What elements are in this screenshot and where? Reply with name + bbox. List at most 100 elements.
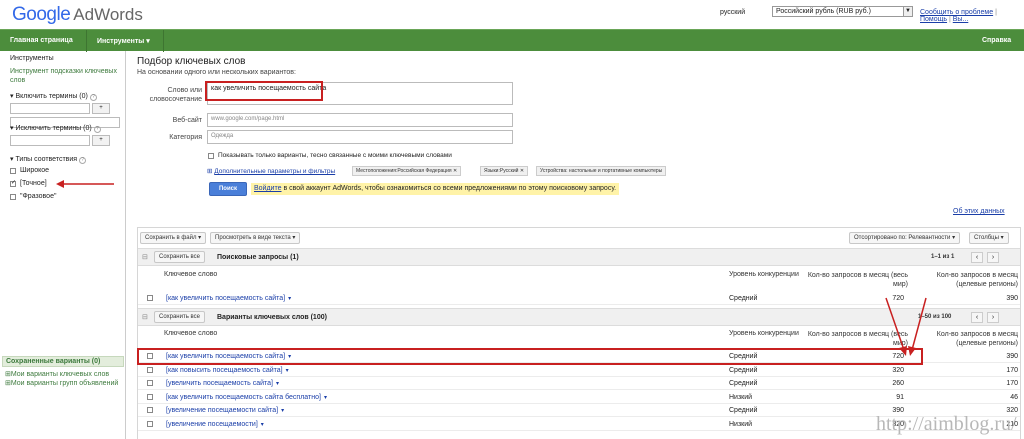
phrase-checkbox[interactable]: [10, 194, 16, 200]
save-all-button[interactable]: Сохранить все: [154, 311, 205, 323]
category-input[interactable]: Одежда: [207, 130, 513, 144]
language-filter-chip[interactable]: Языки:Русский ✕: [480, 166, 529, 176]
chevron-down-icon[interactable]: ▾: [288, 296, 291, 302]
exclude-add-button[interactable]: +: [92, 135, 110, 146]
logo-adwords: AdWords: [73, 5, 143, 24]
next-page-button[interactable]: ›: [987, 312, 999, 323]
keyword-text: [как увеличить посещаемость сайта]: [166, 295, 286, 302]
competition-value: Средний: [729, 407, 758, 414]
keyword-link[interactable]: [как повысить посещаемость сайта] ▾: [166, 367, 289, 374]
chevron-down-icon[interactable]: ▾: [286, 368, 289, 374]
chevron-down-icon[interactable]: ▾: [261, 422, 264, 428]
keyword-text: [увеличение посещаемости сайта]: [166, 407, 279, 414]
exclude-terms-header[interactable]: ▾ Исключить термины (0)?: [10, 124, 101, 133]
report-problem-link[interactable]: Сообщить о проблеме: [920, 9, 993, 16]
keyword-link[interactable]: [как увеличить посещаемость сайта беспла…: [166, 394, 327, 401]
match-types-header[interactable]: ▾ Типы соответствия?: [10, 155, 87, 164]
next-page-button[interactable]: ›: [987, 252, 999, 263]
table-row: [как увеличить посещаемость сайта беспла…: [138, 391, 1020, 404]
broad-checkbox[interactable]: [10, 168, 16, 174]
nav-help[interactable]: Справка: [982, 37, 1011, 44]
exact-checkbox[interactable]: [10, 179, 16, 187]
my-groups-item[interactable]: ⊞Мои варианты групп объявлений: [5, 379, 123, 388]
collapse-icon[interactable]: ⊟: [142, 253, 148, 261]
chevron-down-icon[interactable]: ▾: [281, 408, 284, 414]
keyword-text: [увеличить посещаемость сайта]: [166, 380, 273, 387]
keyword-link[interactable]: [увеличить посещаемость сайта] ▾: [166, 380, 279, 387]
col-competition-header[interactable]: Уровень конкуренции: [729, 271, 799, 278]
row-checkbox[interactable]: [147, 380, 153, 386]
help-icon[interactable]: ?: [93, 126, 101, 133]
col-keyword-header[interactable]: Ключевое слово: [164, 330, 217, 337]
help-icon[interactable]: ?: [89, 94, 97, 101]
website-input[interactable]: www.google.com/page.html: [207, 113, 513, 127]
local-searches-value: 170: [1006, 380, 1018, 387]
only-close-checkbox[interactable]: [208, 153, 214, 159]
chevron-down-icon[interactable]: ▾: [276, 381, 279, 387]
advanced-options-link[interactable]: Дополнительные параметры и фильтры: [214, 168, 335, 175]
keyword-link[interactable]: [увеличение посещаемости сайта] ▾: [166, 407, 284, 414]
category-label: Категория: [169, 134, 202, 141]
logout-link[interactable]: Вы...: [953, 16, 969, 23]
row-checkbox[interactable]: [147, 366, 153, 373]
help-link[interactable]: Помощь: [920, 16, 947, 23]
red-row-highlight: [137, 348, 923, 365]
my-keywords-item[interactable]: ⊞Мои варианты ключевых слов: [5, 370, 109, 378]
close-icon[interactable]: ✕: [453, 168, 457, 174]
currency-select[interactable]: Российский рубль (RUB руб.) ▼: [772, 6, 913, 17]
word-label-line1: Слово или: [167, 87, 203, 94]
global-searches-value: 320: [892, 366, 904, 374]
location-filter-chip[interactable]: Местоположения:Российская Федерация ✕: [352, 166, 462, 176]
prev-page-button[interactable]: ‹: [971, 312, 983, 323]
competition-value: Средний: [729, 295, 758, 302]
col-keyword-header[interactable]: Ключевое слово: [164, 271, 217, 278]
competition-value: Низкий: [729, 420, 753, 428]
include-add-button[interactable]: +: [92, 103, 110, 114]
row-checkbox[interactable]: [147, 393, 153, 400]
device-filter-chip[interactable]: Устройства: настольные и портативные ком…: [536, 166, 667, 176]
word-label: Слово или словосочетание: [140, 86, 202, 104]
chevron-down-icon[interactable]: ▾: [324, 395, 327, 401]
about-data-link[interactable]: Об этих данных: [953, 208, 1005, 215]
nav-tools[interactable]: Инструменты ▾: [97, 37, 150, 45]
device-filter-label: Устройства: настольные и портативные ком…: [540, 168, 663, 174]
help-icon[interactable]: ?: [79, 157, 87, 164]
sign-in-notice-text: в свой аккаунт AdWords, чтобы ознакомить…: [281, 185, 617, 192]
website-label: Веб-сайт: [172, 117, 202, 124]
search-button[interactable]: Поиск: [209, 182, 247, 196]
exact-label: [Точное]: [20, 180, 47, 187]
advanced-options[interactable]: ⊞ Дополнительные параметры и фильтры: [207, 167, 335, 175]
language-label: русский: [720, 9, 746, 16]
prev-page-button[interactable]: ‹: [971, 252, 983, 263]
competition-value: Средний: [729, 380, 758, 387]
col-local-header[interactable]: Кол-во запросов в месяц (целевые регионы…: [910, 271, 1018, 289]
collapse-icon[interactable]: ⊟: [142, 313, 148, 321]
include-terms-input[interactable]: [10, 103, 90, 114]
row-checkbox[interactable]: [147, 407, 153, 413]
include-terms-header[interactable]: ▾ Включить термины (0)?: [10, 92, 97, 101]
row-checkbox[interactable]: [147, 295, 153, 301]
competition-value: Низкий: [729, 393, 753, 401]
search-terms-title: Поисковые запросы (1): [217, 254, 299, 261]
save-all-button[interactable]: Сохранить все: [154, 251, 205, 263]
sidebar-title: Инструменты: [10, 55, 54, 62]
row-checkbox[interactable]: [147, 420, 153, 427]
col-global-header[interactable]: Кол-во запросов в месяц (весь мир): [806, 271, 908, 289]
keyword-link[interactable]: [как увеличить посещаемость сайта] ▾: [166, 295, 291, 302]
keyword-ideas-title: Варианты ключевых слов (100): [217, 314, 327, 321]
page-title: Подбор ключевых слов: [137, 56, 246, 67]
close-icon[interactable]: ✕: [520, 168, 524, 174]
google-adwords-logo[interactable]: Google AdWords: [12, 4, 143, 26]
keyword-text: [как повысить посещаемость сайта]: [166, 366, 283, 374]
header-links: Сообщить о проблеме | Помощь | Вы...: [920, 9, 997, 23]
sign-in-link[interactable]: Войдите: [254, 185, 282, 192]
keyword-link[interactable]: [увеличение посещаемости] ▾: [166, 421, 264, 428]
col-competition-header[interactable]: Уровень конкуренции: [729, 330, 799, 337]
saved-ideas-title[interactable]: Сохраненные варианты (0): [2, 356, 124, 367]
table-row: [увеличить посещаемость сайта] ▾ Средний 26…: [138, 377, 1020, 390]
keyword-tool-link[interactable]: Инструмент подсказки ключевых слов: [10, 67, 122, 85]
exclude-terms-input[interactable]: [10, 135, 90, 146]
competition-value: Средний: [729, 366, 758, 374]
nav-home[interactable]: Главная страница: [10, 37, 73, 44]
local-searches-value: 46: [1010, 393, 1018, 401]
